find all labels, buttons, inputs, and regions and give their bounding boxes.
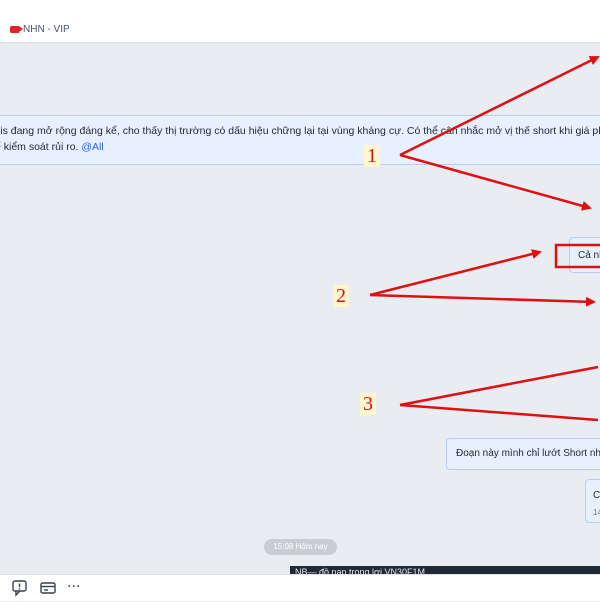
message-bubble[interactable]: C 14: [585, 479, 600, 523]
message-text-part: ể kiểm soát rủi ro.: [0, 141, 79, 153]
message-bubble[interactable]: Đoạn này mình chỉ lướt Short nhẹ n: [446, 438, 600, 470]
time-divider: 15:08 Hôm nay: [264, 539, 337, 555]
more-icon[interactable]: ···: [67, 579, 85, 597]
message-list[interactable]: sis đang mở rộng đáng kể, cho thấy thị t…: [0, 43, 600, 574]
pinned-strip[interactable]: NB— đồ nạp trong lợi VN30F1M: [290, 566, 600, 574]
chat-header: NHN - VIP: [0, 0, 600, 43]
message-text: Đoạn này mình chỉ lướt Short nhẹ n: [456, 448, 600, 459]
card-icon[interactable]: [39, 579, 57, 597]
message-text: Cả nh: [578, 250, 600, 261]
mention-link[interactable]: @All: [81, 141, 103, 153]
annotation-label-1: 1: [364, 145, 380, 167]
message-text: C: [593, 490, 600, 501]
message-text: ể kiểm soát rủi ro. @All: [0, 139, 104, 155]
composer-toolbar: ···: [0, 574, 600, 601]
quote-icon-svg: [12, 580, 27, 597]
card-icon-svg: [40, 582, 56, 594]
message-bubble[interactable]: sis đang mở rộng đáng kể, cho thấy thị t…: [0, 115, 600, 165]
message-bubble[interactable]: Cả nh: [569, 237, 600, 273]
quote-icon[interactable]: [11, 579, 29, 597]
tag-icon: [10, 26, 23, 33]
annotation-label-3: 3: [360, 393, 376, 415]
message-time: 14: [593, 508, 600, 517]
message-text: sis đang mở rộng đáng kể, cho thấy thị t…: [0, 125, 600, 137]
group-name[interactable]: NHN - VIP: [23, 24, 70, 35]
annotation-label-2: 2: [333, 285, 349, 307]
